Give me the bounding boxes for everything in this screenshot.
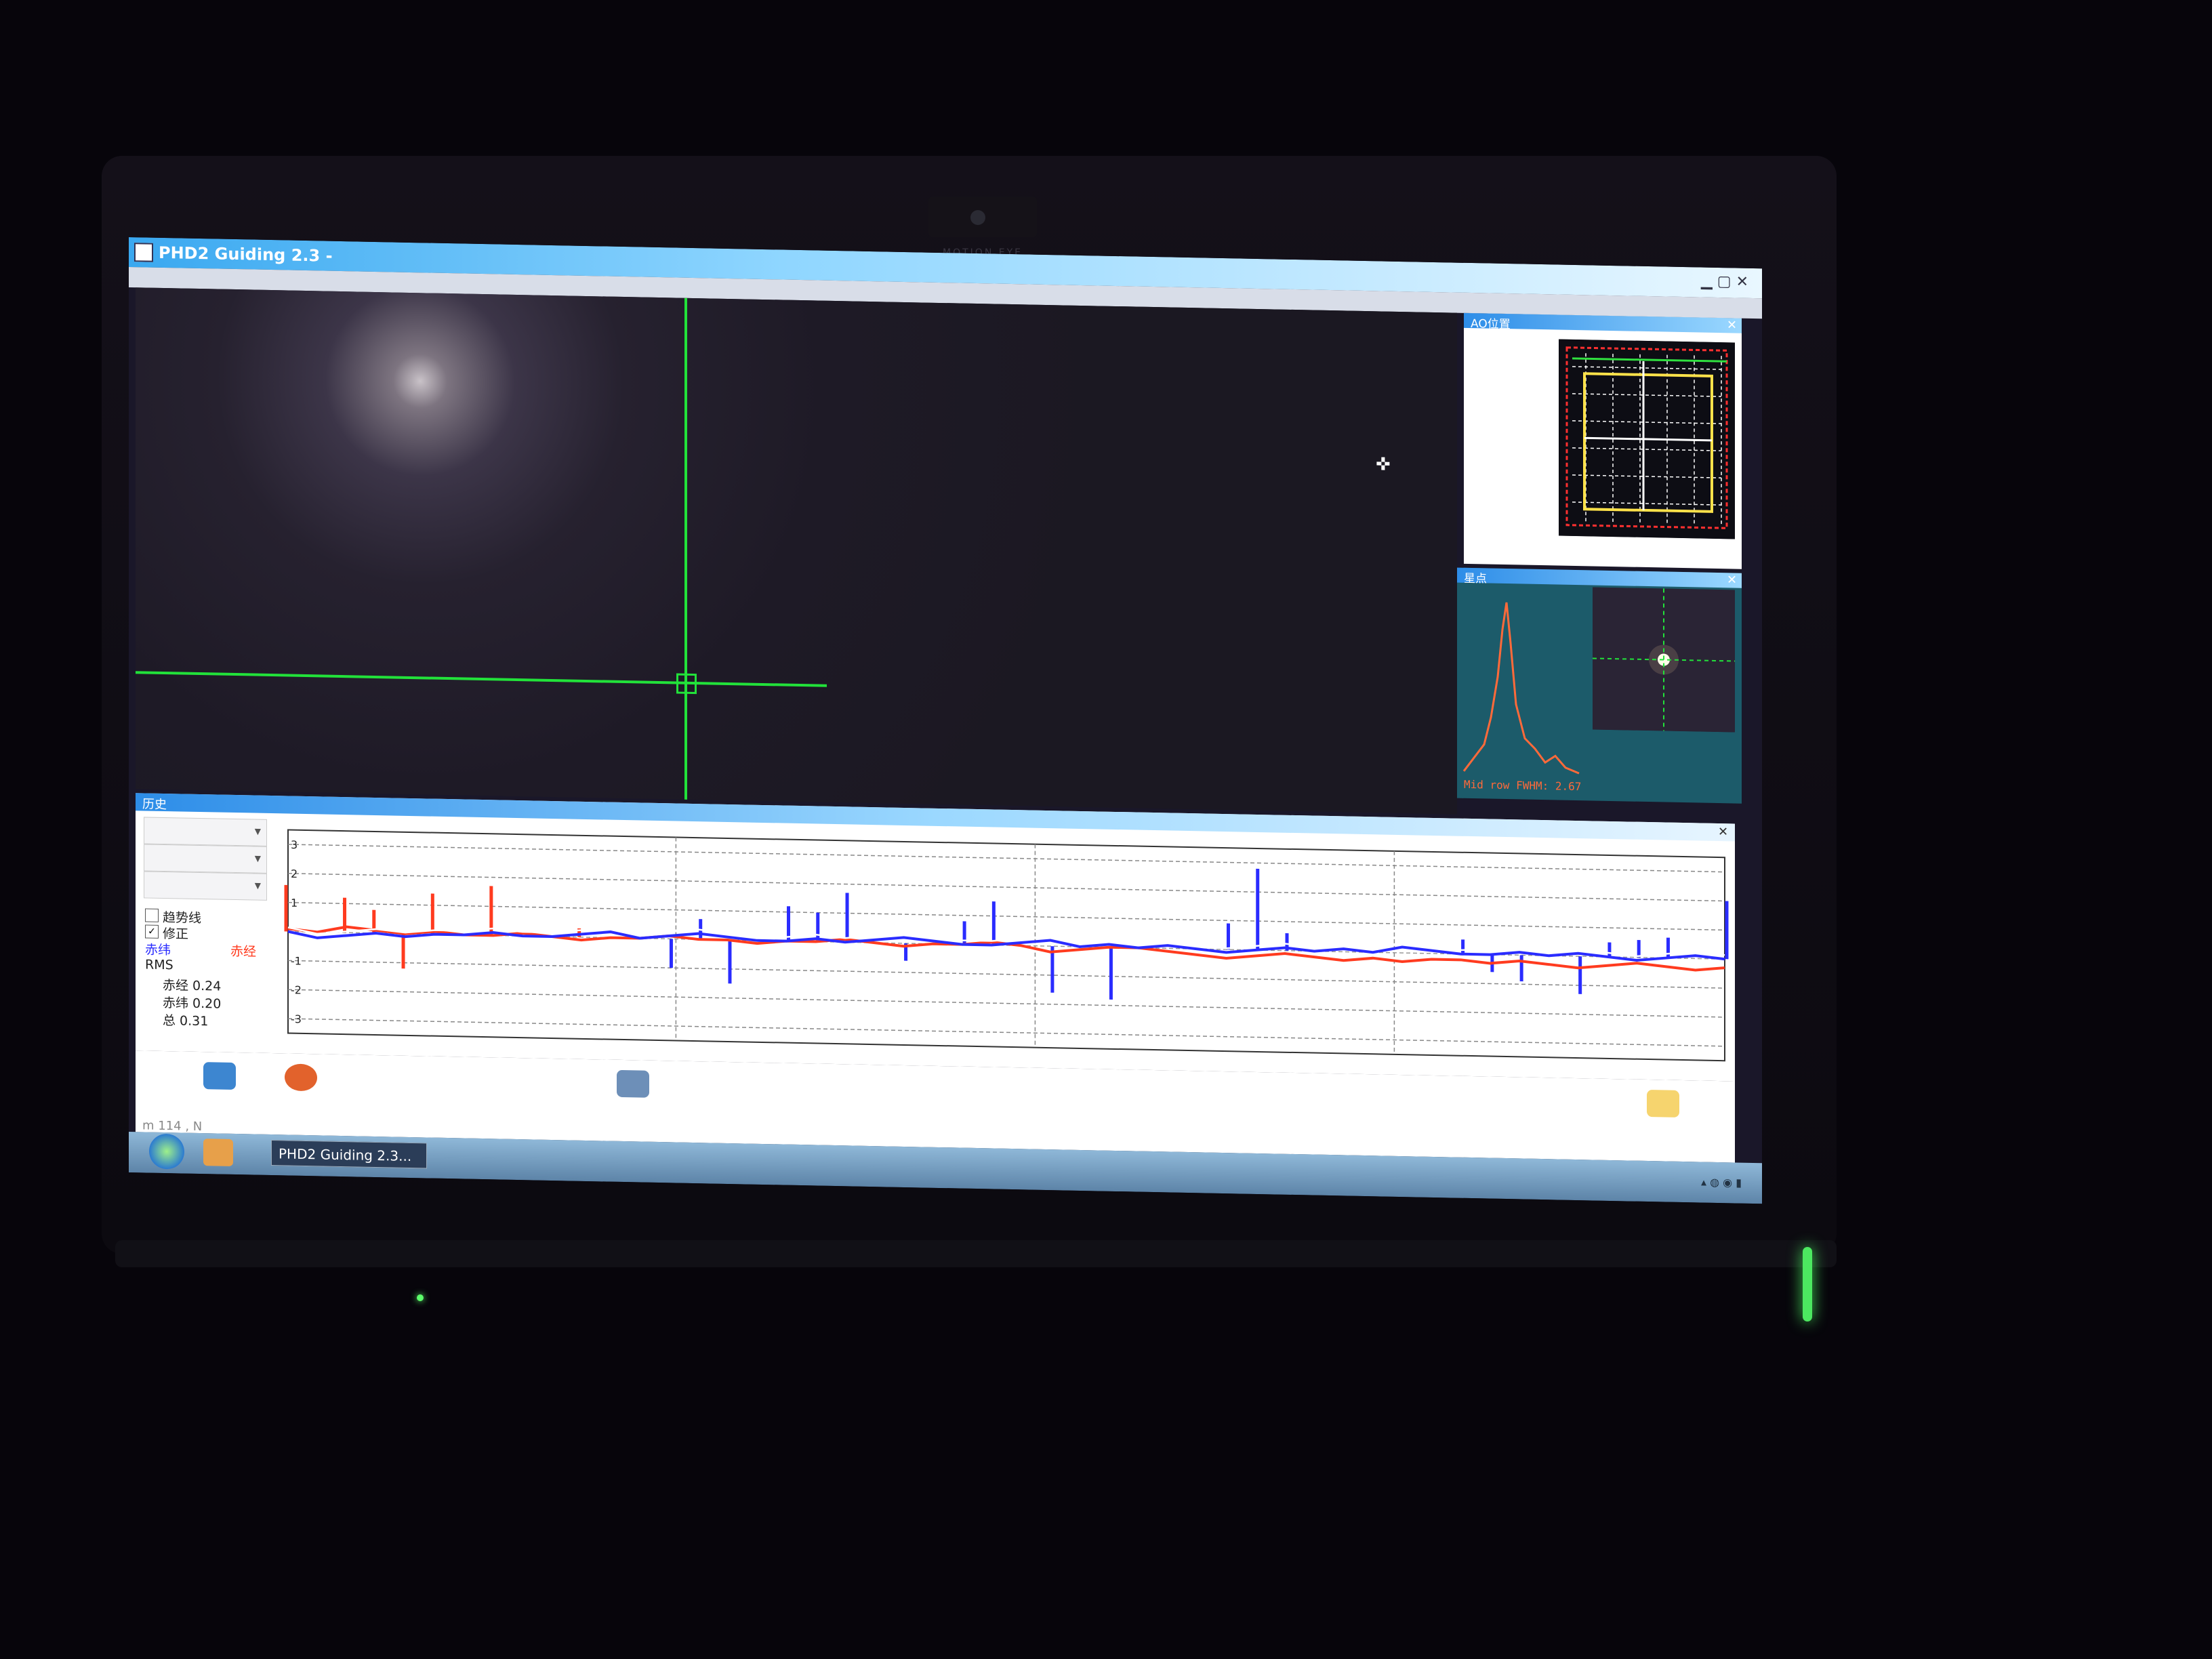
quicklaunch-icon[interactable]: [203, 1139, 233, 1166]
dec-correction-bar: [1519, 955, 1523, 982]
screen: PHD2 Guiding 2.3 - ▁ ▢ ✕ ✜ AO位置 ✕ 星点 ✕ M…: [129, 237, 1762, 1204]
star-profile-close-icon[interactable]: ✕: [1727, 573, 1737, 587]
webcam-lens: [970, 210, 985, 225]
side-led: [1803, 1247, 1812, 1322]
rms-total: 总 0.31: [163, 1012, 209, 1029]
laptop-hinge: [115, 1240, 1837, 1267]
dec-correction-bar: [1725, 901, 1729, 960]
rms-ra: 赤经 0.24: [163, 977, 222, 994]
dec-correction-bar: [816, 912, 820, 942]
dec-correction-bar: [728, 939, 732, 984]
x-scale-dropdown[interactable]: ▼: [144, 817, 267, 846]
loop-icon[interactable]: [203, 1062, 236, 1090]
ra-correction-bar: [284, 884, 288, 932]
guide-icon[interactable]: [617, 1069, 649, 1098]
dec-correction-bar: [991, 901, 996, 945]
power-led: [417, 1294, 424, 1301]
y-tick-label: 2: [291, 867, 298, 880]
star-profile-title: 星点: [1464, 571, 1487, 586]
dec-correction-bar: [1607, 942, 1612, 958]
dec-correction-bar: [1461, 939, 1465, 954]
dec-correction-bar: [1578, 956, 1582, 994]
dec-correction-bar: [1256, 868, 1260, 951]
correction-checkbox[interactable]: ✓: [145, 924, 159, 939]
star-profile-graph: [1462, 602, 1580, 775]
dec-correction-bar: [1226, 923, 1230, 950]
dec-correction-bar: [845, 893, 849, 943]
ao-panel-title: AO位置: [1471, 317, 1511, 332]
dec-correction-bar: [1109, 947, 1113, 1000]
system-tray[interactable]: ▴ ◍ ◉ ▮: [1701, 1176, 1742, 1189]
y-tick-label: -1: [291, 954, 302, 967]
chevron-down-icon: ▼: [254, 826, 261, 836]
chevron-down-icon: ▼: [254, 880, 261, 890]
rms-dec: 赤纬 0.20: [163, 995, 222, 1012]
history-title: 历史: [142, 797, 167, 813]
y-tick-label: -2: [291, 983, 302, 996]
legend-ra: 赤经: [230, 943, 257, 960]
stop-icon[interactable]: [285, 1063, 317, 1092]
ra-correction-bar: [401, 933, 405, 969]
units-dropdown[interactable]: ▼: [144, 871, 267, 901]
history-close-icon[interactable]: ✕: [1718, 825, 1728, 839]
start-button-icon[interactable]: [149, 1133, 184, 1170]
taskbar-phd2-button[interactable]: PHD2 Guiding 2.3...: [271, 1140, 427, 1169]
y-scale-dropdown[interactable]: ▼: [144, 844, 267, 874]
legend-dec: 赤纬: [145, 942, 171, 958]
rms-label: RMS: [145, 957, 173, 973]
ra-correction-bar: [430, 893, 434, 935]
app-icon: [134, 243, 153, 262]
chevron-down-icon: ▼: [254, 853, 261, 863]
dec-correction-bar: [1637, 940, 1641, 958]
lock-position-box: [676, 673, 697, 695]
ao-close-icon[interactable]: ✕: [1727, 318, 1737, 332]
exposure-icon[interactable]: [1647, 1090, 1679, 1118]
window-title: PHD2 Guiding 2.3 -: [159, 243, 333, 266]
history-chart: 3 2 1 -1 -2 -3: [284, 829, 1729, 1062]
camera-view[interactable]: [136, 287, 1457, 815]
star-marker-icon: ✜: [1376, 454, 1391, 475]
y-tick-label: -3: [291, 1012, 302, 1025]
dec-correction-bar: [1666, 937, 1670, 958]
y-tick-label: 3: [291, 838, 298, 851]
ao-position-grid: [1559, 339, 1735, 539]
crosshair-vertical: [684, 298, 687, 800]
fwhm-readout: Mid row FWHM: 2.67: [1464, 777, 1582, 794]
trend-checkbox[interactable]: [145, 908, 159, 922]
window-controls[interactable]: ▁ ▢ ✕: [1701, 273, 1748, 291]
dec-correction-bar: [669, 939, 673, 968]
star-thumbnail: [1593, 587, 1735, 733]
y-tick-label: 1: [291, 897, 298, 909]
